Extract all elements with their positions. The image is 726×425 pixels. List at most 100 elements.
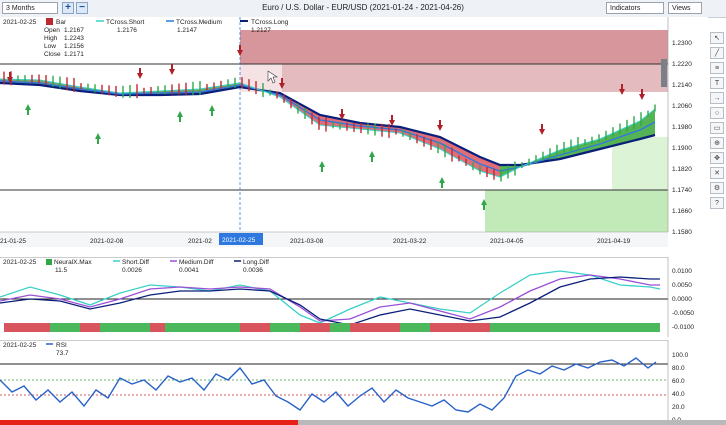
svg-text:0.0026: 0.0026	[122, 267, 142, 274]
price-axis-label: 1.2060	[672, 103, 692, 110]
date-axis-label: 2021-03-08	[290, 238, 324, 245]
arrow-icon[interactable]: →	[710, 92, 724, 104]
pointer-icon[interactable]: ↖	[710, 32, 724, 44]
neuralx-segment	[330, 323, 350, 332]
price-axis-label: 1.2300	[672, 40, 692, 47]
circle-icon[interactable]: ○	[710, 107, 724, 119]
svg-text:Low: Low	[44, 43, 56, 50]
neuralx-segment	[100, 323, 150, 332]
svg-text:Short.Diff: Short.Diff	[122, 259, 149, 266]
remove-chart-button[interactable]: −	[76, 2, 88, 14]
line-icon[interactable]: ╱	[710, 47, 724, 59]
trading-app-window: 3 Months + − Indicators Views Euro / U.S…	[0, 0, 726, 425]
price-axis-label: 1.1660	[672, 208, 692, 215]
neuralx-strip	[4, 323, 660, 332]
neuralx-segment	[240, 323, 270, 332]
date-axis-label: 2021-03-22	[393, 238, 427, 245]
views-dropdown[interactable]: Views	[668, 2, 702, 14]
pan-icon[interactable]: ✥	[710, 152, 724, 164]
price-chart[interactable]: 1.2300 1.2220 1.2140 1.2060 1.1980 1.1900 1.18…	[0, 17, 726, 247]
price-axis-label: 1.2140	[672, 82, 692, 89]
diff-axis-label: 0.0100	[672, 268, 692, 275]
svg-text:Medium.Diff: Medium.Diff	[179, 259, 214, 266]
neuralx-segment	[165, 323, 240, 332]
legend-bar-label: Bar	[56, 19, 67, 26]
diff-axis-label: 0.0050	[672, 282, 692, 289]
svg-text:1.2243: 1.2243	[64, 35, 84, 42]
neuralx-segment	[80, 323, 100, 332]
neuralx-segment	[30, 323, 50, 332]
rsi-axis-label: 60.0	[672, 378, 685, 385]
text-icon[interactable]: T	[710, 77, 724, 89]
svg-text:11.5: 11.5	[55, 267, 68, 274]
support-zone	[485, 190, 668, 232]
help-icon[interactable]: ?	[710, 197, 724, 209]
neuralx-segment	[4, 323, 30, 332]
svg-text:Close: Close	[44, 51, 61, 58]
video-progress-remaining[interactable]	[298, 420, 726, 425]
svg-text:NeuralX.Max: NeuralX.Max	[54, 259, 92, 266]
price-axis-label: 1.1820	[672, 166, 692, 173]
legend-short-label: TCross.Short	[106, 19, 144, 26]
price-axis-label: 1.1580	[672, 229, 692, 236]
svg-text:Open: Open	[44, 27, 60, 34]
rsi-axis-label: 80.0	[672, 365, 685, 372]
date-axis-label: 2021-02	[188, 238, 212, 245]
legend-medium-label: TCross.Medium	[176, 19, 222, 26]
svg-text:73.7: 73.7	[56, 350, 69, 357]
svg-text:0.0041: 0.0041	[179, 267, 199, 274]
price-axis-label: 1.2220	[672, 61, 692, 68]
legend-short-value: 1.2176	[117, 27, 137, 34]
svg-text:RSI: RSI	[56, 342, 67, 349]
drawing-tools-sidebar: ↖ ╱ ≡ T → ○ ▭ ⊕ ✥ ✕ ⚙?	[709, 32, 725, 212]
price-scroll-handle[interactable]	[661, 59, 667, 87]
ruler-icon[interactable]: ▭	[710, 122, 724, 134]
neuralx-segment	[400, 323, 430, 332]
zoom-icon[interactable]: ⊕	[710, 137, 724, 149]
delete-icon[interactable]: ✕	[710, 167, 724, 179]
price-axis-label: 1.1900	[672, 145, 692, 152]
diff-axis-label: -0.0100	[672, 324, 694, 331]
price-axis-label: 1.1980	[672, 124, 692, 131]
rsi-axis-label: 20.0	[672, 404, 685, 411]
fib-icon[interactable]: ≡	[710, 62, 724, 74]
diff-axis-label: 0.0000	[672, 296, 692, 303]
svg-text:1.2156: 1.2156	[64, 43, 84, 50]
date-axis-label: 21-01-25	[0, 238, 26, 245]
timeframe-select[interactable]: 3 Months	[2, 2, 58, 14]
svg-text:1.2171: 1.2171	[64, 51, 84, 58]
settings-icon[interactable]: ⚙	[710, 182, 724, 194]
resistance-zone-lower	[282, 64, 668, 92]
svg-text:1.2167: 1.2167	[64, 27, 84, 34]
svg-text:2021-02-25: 2021-02-25	[3, 259, 37, 266]
legend-medium-value: 1.2147	[177, 27, 197, 34]
diff-axis-label: -0.0050	[672, 310, 694, 317]
neuralx-segment	[430, 323, 490, 332]
neuralx-segment	[50, 323, 80, 332]
svg-text:High: High	[44, 35, 58, 42]
legend-date: 2021-02-25	[3, 19, 37, 26]
svg-text:0.0036: 0.0036	[243, 267, 263, 274]
chart-toolbar: 3 Months + − Indicators Views Euro / U.S…	[0, 0, 726, 18]
indicators-dropdown[interactable]: Indicators	[606, 2, 664, 14]
date-axis-label: 2021-02-08	[90, 238, 124, 245]
rsi-panel[interactable]: 100.080.060.040.020.00.0 2021-02-25 RSI …	[0, 340, 726, 420]
date-axis-label: 2021-04-19	[597, 238, 631, 245]
neuralx-segment	[270, 323, 300, 332]
legend-long-label: TCross.Long	[251, 19, 289, 26]
price-axis-label: 1.1740	[672, 187, 692, 194]
legend-long-value: 1.2127	[251, 27, 271, 34]
rsi-axis-label: 40.0	[672, 391, 685, 398]
resistance-zone	[240, 30, 668, 64]
crosshair-date-text: 2021-02-25	[222, 237, 256, 244]
neuralx-segment	[150, 323, 165, 332]
neuralx-segment	[300, 323, 330, 332]
video-progress-played[interactable]	[0, 420, 298, 425]
svg-text:2021-02-25: 2021-02-25	[3, 342, 37, 349]
date-axis-label: 2021-04-05	[490, 238, 524, 245]
rsi-axis-label: 100.0	[672, 352, 689, 359]
neuralx-segment	[490, 323, 660, 332]
add-chart-button[interactable]: +	[62, 2, 74, 14]
bar-swatch	[46, 18, 53, 25]
diff-indicator-panel[interactable]: 0.0100 0.0050 0.0000 -0.0050 -0.0100 2021-02…	[0, 257, 726, 337]
